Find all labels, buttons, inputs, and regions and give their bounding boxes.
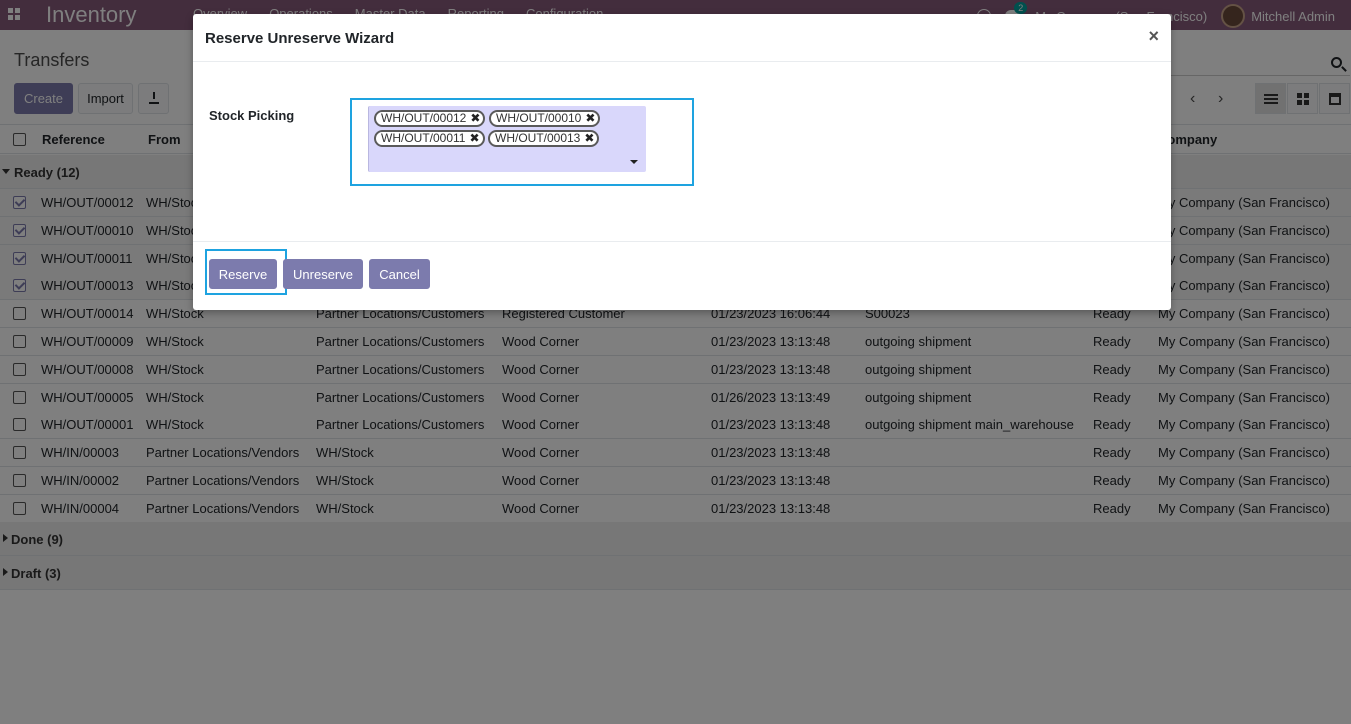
stock-picking-label: Stock Picking bbox=[209, 108, 295, 123]
reserve-button[interactable]: Reserve bbox=[209, 259, 277, 289]
close-icon[interactable]: × bbox=[1148, 26, 1159, 47]
remove-tag-icon[interactable]: ✖ bbox=[470, 112, 480, 125]
modal-title: Reserve Unreserve Wizard bbox=[205, 30, 395, 47]
tag-picking: WH/OUT/00013 ✖ bbox=[488, 130, 600, 147]
tag-label: WH/OUT/00013 bbox=[495, 131, 581, 145]
tag-picking: WH/OUT/00011 ✖ bbox=[374, 130, 485, 147]
tag-label: WH/OUT/00012 bbox=[381, 111, 467, 125]
stock-picking-field[interactable]: WH/OUT/00012 ✖ WH/OUT/00010 ✖ WH/OUT/000… bbox=[368, 106, 646, 172]
modal-footer: Reserve Unreserve Cancel bbox=[193, 241, 1171, 310]
unreserve-button[interactable]: Unreserve bbox=[283, 259, 363, 289]
tag-label: WH/OUT/00011 bbox=[381, 131, 466, 145]
remove-tag-icon[interactable]: ✖ bbox=[585, 112, 595, 125]
remove-tag-icon[interactable]: ✖ bbox=[584, 132, 594, 145]
tag-picking: WH/OUT/00010 ✖ bbox=[489, 110, 601, 127]
cancel-button[interactable]: Cancel bbox=[369, 259, 430, 289]
reserve-unreserve-dialog: Reserve Unreserve Wizard × Stock Picking… bbox=[193, 14, 1171, 310]
modal-header: Reserve Unreserve Wizard × bbox=[193, 14, 1171, 62]
remove-tag-icon[interactable]: ✖ bbox=[469, 132, 479, 145]
dropdown-caret-icon[interactable] bbox=[630, 160, 638, 164]
tag-picking: WH/OUT/00012 ✖ bbox=[374, 110, 486, 127]
tag-label: WH/OUT/00010 bbox=[496, 111, 582, 125]
